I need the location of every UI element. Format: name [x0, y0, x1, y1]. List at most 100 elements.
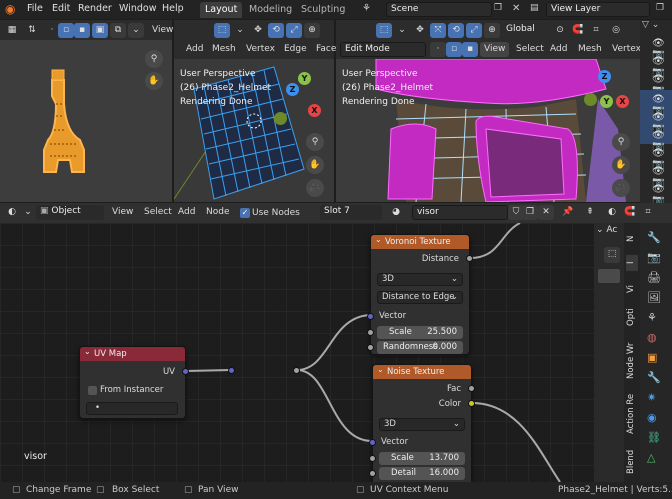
uv-view-menu[interactable]: View: [148, 23, 177, 38]
menu-render[interactable]: Render: [78, 3, 112, 14]
reroute-socket-left[interactable]: [228, 367, 235, 374]
transform-orientation[interactable]: Global: [502, 23, 548, 38]
right-cursor-icon[interactable]: ✥: [412, 23, 428, 38]
tab-layout[interactable]: Layout: [200, 2, 243, 18]
mode-selector[interactable]: Edit Mode: [340, 42, 426, 57]
sidebar-tab-view[interactable]: Vi: [626, 279, 638, 299]
hand-pan-icon[interactable]: ✋: [145, 72, 163, 90]
sticky-select-icon[interactable]: ⧉: [110, 23, 126, 38]
scale-icon[interactable]: ⤢: [286, 23, 302, 38]
node-add-menu[interactable]: Add: [174, 205, 199, 220]
right-face-mode-icon[interactable]: ▪: [462, 42, 478, 57]
voronoi-feature-dropdown[interactable]: Distance to Edge ⌄: [377, 291, 463, 304]
node-select-menu[interactable]: Select: [140, 205, 176, 220]
editor-type-icon[interactable]: ▦: [4, 23, 20, 38]
tab-sculpting[interactable]: Sculpting: [296, 2, 350, 18]
reroute-socket-right[interactable]: [293, 367, 300, 374]
right-dropdown-icon[interactable]: ⌄: [394, 23, 410, 38]
object-properties-icon[interactable]: ▣: [647, 351, 657, 364]
right-move-icon[interactable]: ⤧: [430, 23, 446, 38]
view-layer-field[interactable]: View Layer: [546, 2, 650, 17]
right-add-menu[interactable]: Add: [546, 42, 571, 57]
parent-tree-icon[interactable]: ⇞: [582, 205, 598, 220]
transform-icon[interactable]: ⊕: [304, 23, 320, 38]
scene-properties-icon[interactable]: ⚘: [647, 311, 657, 324]
noise-scale-field[interactable]: Scale 13.700: [379, 452, 465, 465]
mid-camera-icon[interactable]: 🎥: [306, 179, 324, 197]
noise-color-socket[interactable]: [468, 400, 475, 407]
voronoi-distance-socket[interactable]: [466, 255, 473, 262]
proportional-icon[interactable]: ◎: [608, 23, 624, 38]
right-gizmo-x-icon[interactable]: X: [616, 95, 629, 108]
mid-hand-icon[interactable]: ✋: [306, 156, 324, 174]
physics-properties-icon[interactable]: ◉: [647, 411, 657, 424]
voronoi-texture-node[interactable]: Voronoi Texture Distance 3D ⌄ Distance to…: [367, 233, 473, 355]
material-name-field[interactable]: visor: [412, 205, 508, 220]
right-transform-icon[interactable]: ⊕: [484, 23, 500, 38]
snap-icon[interactable]: 🧲: [570, 23, 586, 38]
node-editor-type-icon[interactable]: ◐: [4, 205, 20, 220]
voronoi-vector-socket[interactable]: [367, 313, 374, 320]
noise-detail-field[interactable]: Detail 16.000: [379, 467, 465, 480]
voronoi-scale-socket[interactable]: [367, 329, 374, 336]
slot-dropdown[interactable]: Slot 7: [320, 205, 382, 220]
select-cursor-icon[interactable]: ⬚: [214, 23, 230, 38]
from-instancer-checkbox[interactable]: [88, 386, 97, 395]
noise-vector-socket[interactable]: [369, 439, 376, 446]
uv-editor-viewport[interactable]: ⚲ ✋: [0, 40, 172, 202]
output-properties-icon[interactable]: 🖨: [647, 271, 661, 284]
uv-map-field[interactable]: •: [86, 402, 178, 415]
zoom-icon[interactable]: ⚲: [145, 50, 163, 68]
menu-help[interactable]: Help: [162, 3, 184, 14]
right-mesh-menu[interactable]: Mesh: [574, 42, 606, 57]
node-editor-type-dropdown-icon[interactable]: ⌄: [20, 205, 36, 220]
gizmo-x-icon[interactable]: X: [308, 104, 321, 117]
scene-copy-icon[interactable]: ❐: [494, 3, 508, 16]
sticky-dropdown-icon[interactable]: ⌄: [128, 23, 144, 38]
face-select-icon[interactable]: ▪: [74, 23, 90, 38]
mid-vertex-menu[interactable]: Vertex: [242, 42, 279, 57]
menu-edit[interactable]: Edit: [52, 3, 70, 14]
shader-type-dropdown[interactable]: ▣ Object: [36, 205, 104, 220]
sidebar-tab-blend[interactable]: Blend: [626, 447, 638, 477]
mid-3d-viewport[interactable]: User Perspective (26) Phase2_Helmet Rend…: [174, 59, 334, 202]
snap-mode-icon[interactable]: ⌗: [640, 205, 656, 220]
material-sphere-icon[interactable]: ◕: [388, 205, 404, 220]
scene-close-icon[interactable]: ✕: [512, 3, 526, 16]
node-view-menu[interactable]: View: [108, 205, 137, 220]
noise-header[interactable]: Noise Texture: [373, 363, 471, 379]
tool-properties-icon[interactable]: 🔧: [647, 231, 661, 244]
modifier-properties-icon[interactable]: 🔧: [647, 371, 661, 384]
right-zoom-icon[interactable]: ⚲: [612, 133, 630, 151]
sidebar-cursor-icon[interactable]: ⬚: [604, 247, 620, 263]
voronoi-dimension-dropdown[interactable]: 3D ⌄: [377, 273, 463, 286]
noise-texture-node[interactable]: Noise Texture Fac Color 3D ⌄ Vector Scale…: [369, 363, 475, 482]
render-properties-icon[interactable]: 📷: [647, 251, 661, 264]
gizmo-neg-y-icon[interactable]: [274, 112, 287, 125]
sidebar-tab-options[interactable]: Opti: [626, 305, 638, 329]
sidebar-tab-item[interactable]: I: [626, 255, 638, 271]
right-camera-icon[interactable]: 🎥: [612, 179, 630, 197]
sync-icon[interactable]: ⇅: [24, 23, 40, 38]
sidebar-tab-node-wrangler[interactable]: Node Wr: [626, 339, 638, 383]
data-properties-icon[interactable]: △: [647, 451, 655, 464]
menu-window[interactable]: Window: [119, 3, 156, 14]
sidebar-collapse-icon[interactable]: ⌄: [596, 225, 606, 235]
mode-dropdown-icon[interactable]: ⌄: [232, 23, 248, 38]
scene-icon[interactable]: ⚘: [362, 3, 382, 17]
mid-zoom-icon[interactable]: ⚲: [306, 133, 324, 151]
right-hand-icon[interactable]: ✋: [612, 156, 630, 174]
uv-map-header[interactable]: UV Map: [80, 345, 185, 361]
right-select-icon[interactable]: ⬚: [376, 23, 392, 38]
particle-properties-icon[interactable]: ✷: [647, 391, 656, 404]
sidebar-tab-n[interactable]: N: [626, 231, 638, 247]
noise-dimension-dropdown[interactable]: 3D ⌄: [379, 418, 465, 431]
right-gizmo-neg-y-icon[interactable]: [584, 93, 597, 106]
noise-fac-socket[interactable]: [468, 385, 475, 392]
outliner-filter-icon[interactable]: ▽ ⌄: [642, 20, 670, 36]
blender-logo-icon[interactable]: ◉: [5, 3, 19, 16]
view-layer-copy-icon[interactable]: ❐: [656, 3, 670, 16]
voronoi-header[interactable]: Voronoi Texture: [371, 233, 469, 249]
right-view-menu[interactable]: View: [480, 42, 510, 57]
view-layer-icon[interactable]: ▤: [530, 3, 546, 16]
